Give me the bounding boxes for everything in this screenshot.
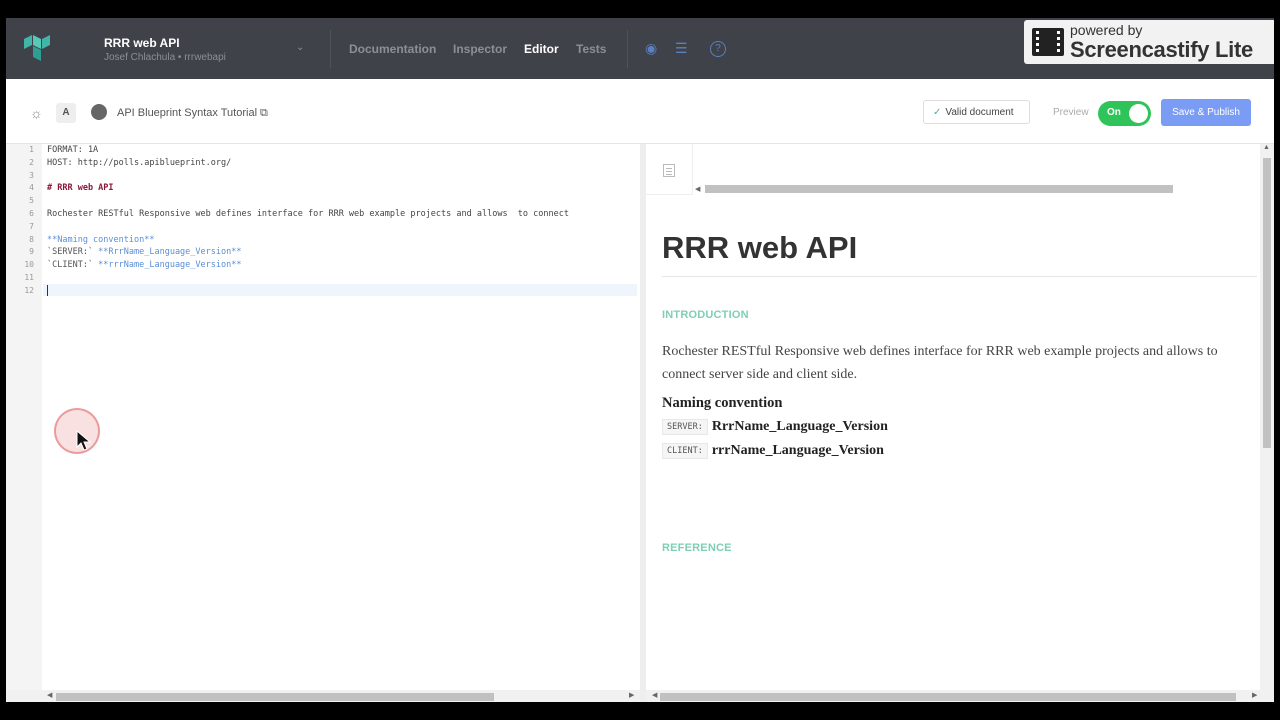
server-key: SERVER:: [662, 419, 708, 435]
screencastify-watermark: powered by Screencastify Lite: [1024, 20, 1274, 64]
editor-horizontal-scrollbar[interactable]: ◀ ▶: [6, 690, 640, 702]
code-line: **Naming convention**: [47, 235, 154, 245]
scroll-up-icon[interactable]: ▲: [1263, 144, 1270, 151]
current-line-highlight: [43, 284, 637, 296]
line-number: 3: [29, 171, 34, 180]
server-convention: SERVER: RrrName_Language_Version: [662, 419, 888, 435]
line-number: 7: [29, 222, 34, 231]
toggle-label: On: [1107, 107, 1121, 118]
text-caret: [47, 285, 48, 296]
external-link-icon: ⧉: [260, 107, 268, 119]
preview-toggle[interactable]: On: [1098, 101, 1151, 126]
introduction-heading: INTRODUCTION: [662, 309, 749, 321]
tutorial-link[interactable]: API Blueprint Syntax Tutorial ⧉: [117, 107, 268, 120]
help-icon[interactable]: ?: [710, 41, 726, 57]
code-line: Rochester RESTful Responsive web defines…: [47, 209, 569, 219]
documentation-preview: ◀ RRR web API INTRODUCTION Rochester RES…: [646, 144, 1274, 702]
checkmark-icon: ✓: [933, 107, 942, 118]
tab-inspector[interactable]: Inspector: [453, 42, 507, 56]
line-number: 4: [29, 183, 34, 192]
client-value: rrrName_Language_Version: [711, 443, 884, 458]
mouse-pointer-icon: [76, 430, 92, 451]
scroll-right-icon[interactable]: ▶: [1252, 691, 1257, 699]
preview-vertical-scrollbar[interactable]: ▲: [1260, 144, 1274, 690]
chevron-down-icon[interactable]: ⌄: [296, 42, 304, 53]
preview-horizontal-scrollbar[interactable]: ◀ ▶: [646, 690, 1274, 702]
scrollbar-thumb[interactable]: [660, 693, 1236, 701]
tab-documentation[interactable]: Documentation: [349, 42, 436, 56]
code-line: FORMAT: 1A: [47, 145, 99, 155]
valid-document-label: Valid document: [945, 107, 1014, 118]
line-gutter: 1 2 3 4 5 6 7 8 9 10 11 12: [6, 144, 42, 690]
code-line: `SERVER:` **RrrName_Language_Version**: [47, 247, 241, 257]
code-line: `CLIENT:` **rrrName_Language_Version**: [47, 260, 241, 270]
page-title: RRR web API: [662, 230, 858, 265]
scrollbar-thumb[interactable]: [1263, 158, 1271, 448]
introduction-text: Rochester RESTful Responsive web defines…: [662, 344, 1218, 382]
client-key: CLIENT:: [662, 443, 708, 459]
code-bold-text: **rrrName_Language_Version**: [93, 260, 242, 270]
project-title[interactable]: RRR web API: [104, 36, 180, 50]
title-divider: [662, 276, 1257, 277]
document-icon: [663, 164, 675, 177]
nav-divider: [627, 30, 628, 68]
editor-toolbar: ☼ A API Blueprint Syntax Tutorial ⧉ ✓ Vali…: [6, 79, 1274, 144]
code-inline-key: `CLIENT:`: [47, 260, 94, 270]
line-number: 9: [29, 247, 34, 256]
line-number: 6: [29, 209, 34, 218]
line-number: 12: [24, 286, 34, 295]
font-size-button[interactable]: A: [56, 103, 76, 123]
tab-editor[interactable]: Editor: [524, 42, 559, 56]
app-window: RRR web API Josef Chlachula • rrrwebapi …: [6, 18, 1274, 702]
save-publish-button[interactable]: Save & Publish: [1161, 99, 1251, 126]
apiary-logo-icon[interactable]: [22, 33, 52, 63]
client-convention: CLIENT: rrrName_Language_Version: [662, 443, 884, 459]
scrollbar-thumb[interactable]: [705, 185, 1173, 193]
code-line: # RRR web API: [47, 183, 114, 193]
top-navbar: RRR web API Josef Chlachula • rrrwebapi …: [6, 18, 1274, 79]
naming-convention-heading: Naming convention: [662, 395, 783, 411]
valid-document-button[interactable]: ✓ Valid document: [923, 100, 1030, 124]
line-number: 5: [29, 196, 34, 205]
server-value: RrrName_Language_Version: [711, 419, 888, 434]
line-number: 8: [29, 235, 34, 244]
scroll-right-icon[interactable]: ▶: [629, 691, 634, 699]
code-editor[interactable]: 1 2 3 4 5 6 7 8 9 10 11 12 FORMAT: 1A HO…: [6, 144, 640, 702]
tutorial-link-label[interactable]: API Blueprint Syntax Tutorial: [117, 107, 257, 119]
menu-icon[interactable]: ☰: [675, 40, 688, 57]
code-bold-text: **Naming convention**: [47, 235, 155, 245]
scroll-left-icon[interactable]: ◀: [695, 185, 700, 193]
toggle-knob: [1129, 104, 1148, 123]
scroll-left-icon[interactable]: ◀: [47, 691, 52, 699]
scrollbar-thumb[interactable]: [56, 693, 494, 701]
team-icon[interactable]: ◉: [645, 40, 657, 57]
line-number: 1: [29, 145, 34, 154]
code-inline-key: `SERVER:`: [47, 247, 94, 257]
code-line: HOST: http://polls.apiblueprint.org/: [47, 158, 232, 168]
preview-label: Preview: [1053, 107, 1089, 118]
nav-divider: [330, 30, 331, 68]
tab-tests[interactable]: Tests: [576, 42, 606, 56]
watermark-big-text: Screencastify Lite: [1070, 37, 1253, 62]
toc-toggle[interactable]: [646, 144, 693, 195]
preview-top-scrollbar[interactable]: ◀: [695, 184, 1260, 195]
reference-heading: REFERENCE: [662, 542, 732, 554]
project-subtitle: Josef Chlachula • rrrwebapi: [104, 52, 226, 63]
scroll-left-icon[interactable]: ◀: [652, 691, 657, 699]
sun-icon[interactable]: ☼: [30, 105, 43, 121]
line-number: 2: [29, 158, 34, 167]
line-number: 10: [24, 260, 34, 269]
film-icon: [1032, 28, 1064, 56]
github-icon[interactable]: [91, 104, 107, 120]
line-number: 11: [24, 273, 34, 282]
code-bold-text: **RrrName_Language_Version**: [93, 247, 242, 257]
watermark-small-text: powered by: [1070, 22, 1143, 38]
